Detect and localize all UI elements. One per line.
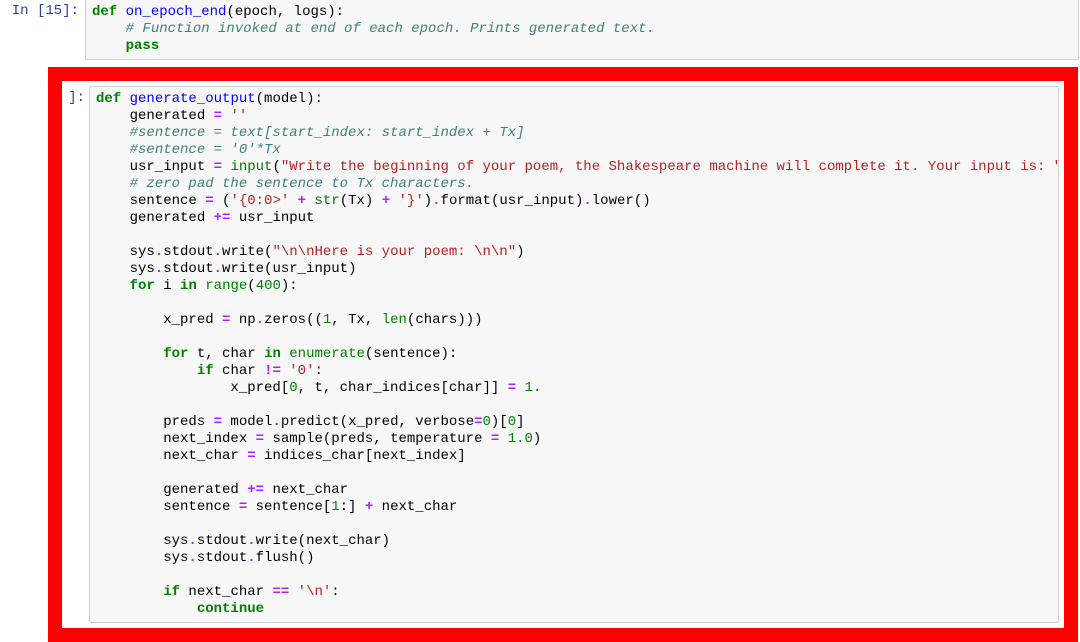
input-prompt-generate: ]:: [67, 86, 89, 111]
code-block-generate[interactable]: def generate_output(model): generated = …: [96, 91, 1052, 618]
code-input-area-15[interactable]: def on_epoch_end(epoch, logs): # Functio…: [85, 0, 1079, 60]
highlight-box: ]: def generate_output(model): generated…: [48, 67, 1078, 642]
code-cell-15: In [15]: def on_epoch_end(epoch, logs): …: [0, 0, 1080, 61]
code-cell-generate: ]: def generate_output(model): generated…: [66, 85, 1060, 624]
code-block-15[interactable]: def on_epoch_end(epoch, logs): # Functio…: [92, 4, 1072, 55]
code-input-area-generate[interactable]: def generate_output(model): generated = …: [89, 86, 1059, 623]
input-prompt-15: In [15]:: [1, 0, 85, 24]
